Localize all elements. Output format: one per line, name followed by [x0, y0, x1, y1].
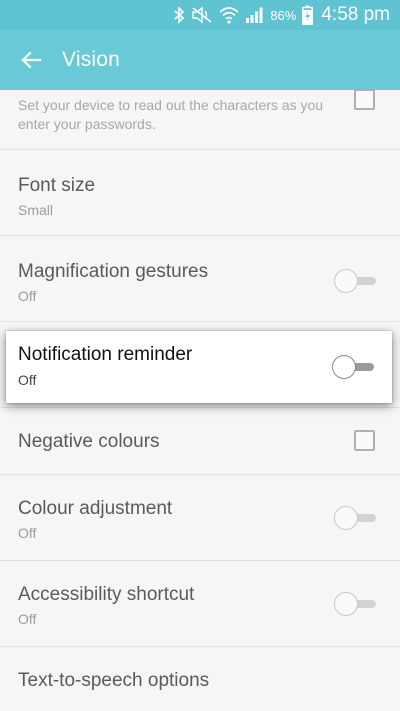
signal-icon — [246, 7, 263, 23]
speak-passwords-description: Set your device to read out the characte… — [18, 97, 324, 132]
negative-colours-title: Negative colours — [18, 431, 160, 452]
colour-adjustment-row[interactable]: Colour adjustment Off — [0, 475, 400, 561]
accessibility-shortcut-switch[interactable] — [334, 592, 378, 616]
colour-adjustment-status: Off — [18, 525, 37, 541]
notification-reminder-status: Off — [18, 372, 37, 388]
switch-thumb — [334, 506, 358, 530]
accessibility-shortcut-status: Off — [18, 611, 37, 627]
app-bar: Vision — [0, 30, 400, 90]
font-size-title: Font size — [18, 175, 96, 196]
battery-charging-icon — [302, 5, 314, 25]
switch-thumb — [334, 592, 358, 616]
magnification-gestures-row[interactable]: Magnification gestures Off — [0, 236, 400, 322]
notification-reminder-row[interactable]: Notification reminder Off — [6, 331, 392, 403]
battery-percent: 86% — [270, 7, 297, 23]
magnification-gestures-status: Off — [18, 288, 37, 304]
status-bar: 86% 4:58 pm — [0, 0, 400, 30]
wifi-icon — [219, 7, 239, 24]
bluetooth-icon — [174, 6, 185, 24]
notification-reminder-title: Notification reminder — [18, 344, 193, 365]
switch-thumb — [334, 269, 358, 293]
colour-adjustment-switch[interactable] — [334, 506, 378, 530]
status-time: 4:58 pm — [321, 4, 390, 25]
colour-adjustment-title: Colour adjustment — [18, 498, 173, 519]
accessibility-shortcut-row[interactable]: Accessibility shortcut Off — [0, 561, 400, 647]
speak-passwords-row[interactable]: Set your device to read out the characte… — [0, 90, 400, 150]
negative-colours-row[interactable]: Negative colours — [0, 408, 400, 475]
mute-icon — [192, 6, 212, 24]
magnification-gestures-switch[interactable] — [334, 269, 378, 293]
page-title: Vision — [62, 48, 121, 71]
font-size-row[interactable]: Font size Small — [0, 150, 400, 236]
accessibility-shortcut-title: Accessibility shortcut — [18, 584, 195, 605]
notification-reminder-switch[interactable] — [332, 355, 376, 379]
negative-colours-checkbox[interactable] — [354, 430, 375, 451]
speak-passwords-checkbox[interactable] — [354, 90, 375, 110]
magnification-gestures-title: Magnification gestures — [18, 261, 209, 282]
switch-thumb — [332, 355, 356, 379]
tts-options-row[interactable]: Text-to-speech options — [0, 647, 400, 711]
tts-options-title: Text-to-speech options — [18, 670, 210, 691]
back-button[interactable] — [0, 30, 62, 90]
font-size-value: Small — [18, 202, 54, 218]
arrow-left-icon — [21, 51, 41, 69]
